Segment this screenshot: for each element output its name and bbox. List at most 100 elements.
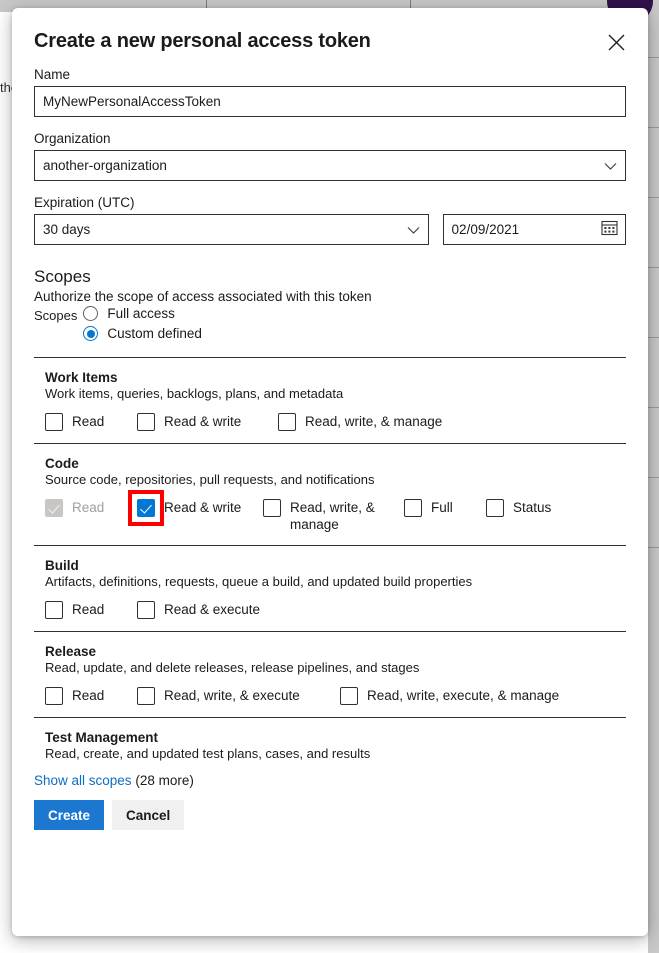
checkbox-indicator: [45, 601, 63, 619]
scopes-radio-group: Scopes Full access Custom defined: [34, 306, 626, 341]
scope-section-name: Test Management: [45, 730, 626, 745]
scope-section-name: Code: [45, 456, 626, 471]
checkbox-label: Read, write, execute, & manage: [367, 687, 559, 704]
checkbox-label: Full: [431, 499, 453, 516]
close-icon[interactable]: [600, 26, 632, 58]
checkbox-indicator: [137, 687, 155, 705]
checkbox-release-read[interactable]: Read: [45, 687, 137, 705]
scope-checkbox-row: Read Read & write Read, write, & manage: [45, 413, 626, 431]
checkbox-build-read[interactable]: Read: [45, 601, 137, 619]
dialog-body: Name Organization another-organization E…: [12, 67, 648, 763]
expiration-select[interactable]: 30 days: [34, 214, 429, 245]
background-row-line: [648, 127, 659, 128]
scope-section-description: Artifacts, definitions, requests, queue …: [45, 574, 626, 589]
checkbox-build-read-execute[interactable]: Read & execute: [137, 601, 260, 619]
expiration-label: Expiration (UTC): [34, 195, 626, 210]
scopes-heading: Scopes: [34, 267, 626, 287]
checkbox-indicator: [340, 687, 358, 705]
scope-section-description: Source code, repositories, pull requests…: [45, 472, 626, 487]
checkbox-indicator: [137, 499, 155, 517]
scope-section-name: Work Items: [45, 370, 626, 385]
checkbox-code-full[interactable]: Full: [404, 499, 486, 517]
name-input[interactable]: [34, 86, 626, 117]
checkbox-indicator: [45, 687, 63, 705]
checkbox-label: Read & write: [164, 413, 241, 430]
checkbox-label: Read, write, & execute: [164, 687, 300, 704]
create-pat-dialog: Create a new personal access token Name …: [12, 8, 648, 936]
radio-indicator: [83, 306, 98, 321]
background-row-line: [648, 547, 659, 548]
show-all-scopes-row: Show all scopes (28 more): [12, 763, 648, 788]
dialog-title: Create a new personal access token: [34, 30, 626, 53]
checkbox-label: Read: [72, 601, 104, 618]
scope-section-description: Work items, queries, backlogs, plans, an…: [45, 386, 626, 401]
organization-selected-value: another-organization: [43, 158, 167, 173]
background-row-line: [648, 197, 659, 198]
show-all-scopes-link[interactable]: Show all scopes: [34, 773, 132, 788]
checkbox-indicator: [45, 413, 63, 431]
checkbox-code-status[interactable]: Status: [486, 499, 551, 517]
checkbox-indicator: [137, 413, 155, 431]
checkbox-label: Status: [513, 499, 551, 516]
scope-checkbox-row: Read Read & execute: [45, 601, 626, 619]
radio-label: Custom defined: [107, 326, 202, 341]
scopes-subtitle: Authorize the scope of access associated…: [34, 289, 626, 304]
scopes-radio-group-label: Scopes: [34, 306, 77, 323]
chevron-down-icon: [604, 158, 617, 173]
checkbox-indicator: [263, 499, 281, 517]
show-all-scopes-count: (28 more): [135, 773, 194, 788]
radio-full-access[interactable]: Full access: [83, 306, 202, 321]
scope-section-test-management: Test Management Read, create, and update…: [34, 717, 626, 763]
calendar-icon[interactable]: [601, 219, 618, 241]
scope-section-build: Build Artifacts, definitions, requests, …: [34, 545, 626, 631]
cancel-button[interactable]: Cancel: [112, 800, 184, 830]
checkbox-release-read-write-execute[interactable]: Read, write, & execute: [137, 687, 340, 705]
checkbox-release-read-write-execute-manage[interactable]: Read, write, execute, & manage: [340, 687, 559, 705]
background-row-line: [648, 477, 659, 478]
checkbox-indicator: [45, 499, 63, 517]
checkbox-indicator: [486, 499, 504, 517]
expiration-selected-value: 30 days: [43, 222, 90, 237]
scope-section-name: Release: [45, 644, 626, 659]
background-row-line: [648, 267, 659, 268]
checkbox-label: Read: [72, 499, 104, 516]
name-label: Name: [34, 67, 626, 82]
checkbox-label: Read: [72, 413, 104, 430]
checkbox-indicator: [137, 601, 155, 619]
checkbox-label: Read, write, & manage: [305, 413, 442, 430]
radio-label: Full access: [107, 306, 175, 321]
scope-section-description: Read, update, and delete releases, relea…: [45, 660, 626, 675]
checkbox-indicator: [404, 499, 422, 517]
background-row-line: [648, 57, 659, 58]
checkbox-code-read-write-manage[interactable]: Read, write, & manage: [263, 499, 404, 533]
expiration-date-input[interactable]: [443, 214, 626, 245]
checkbox-work-items-read-write[interactable]: Read & write: [137, 413, 278, 431]
scope-section-release: Release Read, update, and delete release…: [34, 631, 626, 717]
checkbox-code-read: Read: [45, 499, 137, 517]
scope-section-work-items: Work Items Work items, queries, backlogs…: [34, 357, 626, 443]
radio-indicator: [83, 326, 98, 341]
checkbox-label: Read & write: [164, 499, 241, 516]
scope-section-code: Code Source code, repositories, pull req…: [34, 443, 626, 545]
organization-select[interactable]: another-organization: [34, 150, 626, 181]
scope-checkbox-row: Read Read & write Read, write, & manage …: [45, 499, 626, 533]
background-right-column: [648, 12, 659, 953]
checkbox-indicator: [278, 413, 296, 431]
create-button[interactable]: Create: [34, 800, 104, 830]
checkbox-work-items-read-write-manage[interactable]: Read, write, & manage: [278, 413, 442, 431]
dialog-footer: Create Cancel: [12, 788, 648, 830]
checkbox-work-items-read[interactable]: Read: [45, 413, 137, 431]
radio-custom-defined[interactable]: Custom defined: [83, 326, 202, 341]
scope-section-description: Read, create, and updated test plans, ca…: [45, 746, 626, 761]
dialog-header: Create a new personal access token: [12, 8, 648, 53]
checkbox-code-read-write[interactable]: Read & write: [137, 499, 263, 517]
chevron-down-icon: [407, 222, 420, 237]
expiration-row: 30 days: [34, 214, 626, 245]
scope-checkbox-row: Read Read, write, & execute Read, write,…: [45, 687, 626, 705]
background-row-line: [648, 407, 659, 408]
organization-label: Organization: [34, 131, 626, 146]
background-row-line: [648, 337, 659, 338]
checkbox-label: Read: [72, 687, 104, 704]
checkbox-label: Read & execute: [164, 601, 260, 618]
scope-section-name: Build: [45, 558, 626, 573]
